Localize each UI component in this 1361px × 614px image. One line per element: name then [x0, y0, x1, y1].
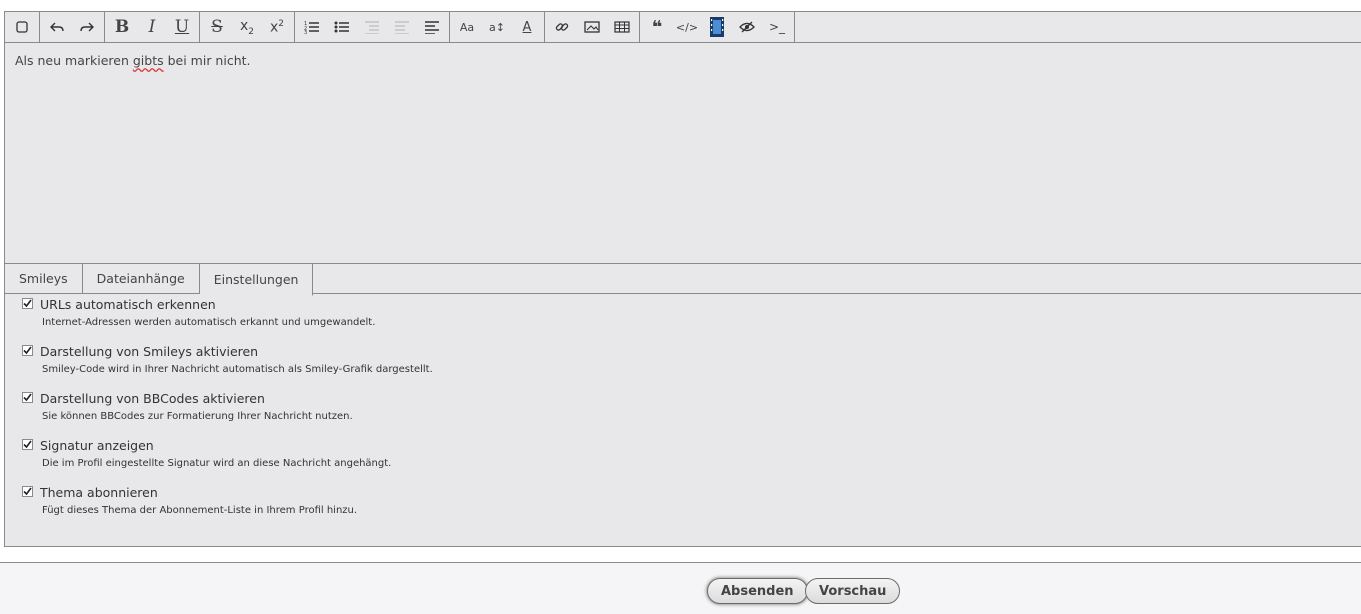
tab-settings[interactable]: Einstellungen: [199, 264, 314, 296]
link-icon[interactable]: [547, 12, 577, 42]
font-color-icon[interactable]: A: [512, 12, 542, 42]
redo-icon[interactable]: [72, 12, 102, 42]
undo-icon[interactable]: [42, 12, 72, 42]
option-label: Signatur anzeigen: [40, 438, 154, 453]
submit-button[interactable]: Absenden: [707, 578, 808, 604]
form-footer: Absenden Vorschau: [0, 562, 1361, 614]
toolbar-group-blocks: ❝ </> >_: [640, 12, 795, 42]
misspelled-word: gibts: [132, 53, 164, 68]
option-label: Darstellung von BBCodes aktivieren: [40, 391, 265, 406]
spoiler-icon[interactable]: [732, 12, 762, 42]
strikethrough-icon[interactable]: S: [202, 12, 232, 42]
source-mode-icon[interactable]: [7, 12, 37, 42]
editor-toolbar: B I U S x2 x2 123 Aa a↕ A ❝ </> >_: [5, 12, 1361, 43]
option-label: Darstellung von Smileys aktivieren: [40, 344, 259, 359]
option-label: Thema abonnieren: [40, 485, 158, 500]
option-description: Fügt dieses Thema der Abonnement-Liste i…: [42, 505, 358, 516]
subscript-icon[interactable]: x2: [232, 12, 262, 42]
image-icon[interactable]: [577, 12, 607, 42]
indent-icon[interactable]: [357, 12, 387, 42]
option-description: Sie können BBCodes zur Formatierung Ihre…: [42, 411, 353, 422]
toolbar-group-font: Aa a↕ A: [450, 12, 545, 42]
outdent-icon[interactable]: [387, 12, 417, 42]
table-icon[interactable]: [607, 12, 637, 42]
option-label: URLs automatisch erkennen: [40, 297, 216, 312]
terminal-icon[interactable]: >_: [762, 12, 792, 42]
editor-tabs: Smileys Dateianhänge Einstellungen: [5, 263, 1361, 296]
preview-button[interactable]: Vorschau: [805, 578, 901, 604]
checkbox-bbcodes[interactable]: [22, 392, 33, 403]
code-icon[interactable]: </>: [672, 12, 702, 42]
underline-icon[interactable]: U: [167, 12, 197, 42]
checkbox-smileys[interactable]: [22, 345, 33, 356]
option-description: Die im Profil eingestellte Signatur wird…: [42, 458, 392, 469]
checkbox-auto-urls[interactable]: [22, 298, 33, 309]
editor-text-after: bei mir nicht.: [163, 53, 251, 68]
option-description: Internet-Adressen werden automatisch erk…: [42, 317, 376, 328]
font-family-icon[interactable]: a↕: [482, 12, 512, 42]
ordered-list-icon[interactable]: 123: [297, 12, 327, 42]
toolbar-group-mode: [5, 12, 40, 42]
align-icon[interactable]: [417, 12, 447, 42]
checkbox-subscribe[interactable]: [22, 486, 33, 497]
editor-text-before: Als neu markieren: [15, 53, 133, 68]
checkbox-signature[interactable]: [22, 439, 33, 450]
tab-attachments[interactable]: Dateianhänge: [83, 264, 200, 293]
toolbar-group-script: S x2 x2: [200, 12, 295, 42]
svg-text:3: 3: [304, 30, 307, 34]
toolbar-group-insert: [545, 12, 640, 42]
quote-icon[interactable]: ❝: [642, 12, 672, 42]
editor-content[interactable]: Als neu markieren gibts bei mir nicht.: [15, 53, 251, 68]
toolbar-group-history: [40, 12, 105, 42]
toolbar-group-lists: 123: [295, 12, 450, 42]
media-icon[interactable]: [702, 12, 732, 42]
option-description: Smiley-Code wird in Ihrer Nachricht auto…: [42, 364, 433, 375]
bold-icon[interactable]: B: [107, 12, 137, 42]
italic-icon[interactable]: I: [137, 12, 167, 42]
superscript-icon[interactable]: x2: [262, 12, 292, 42]
toolbar-group-text-style: B I U: [105, 12, 200, 42]
tab-smileys[interactable]: Smileys: [5, 264, 83, 293]
unordered-list-icon[interactable]: [327, 12, 357, 42]
font-size-icon[interactable]: Aa: [452, 12, 482, 42]
